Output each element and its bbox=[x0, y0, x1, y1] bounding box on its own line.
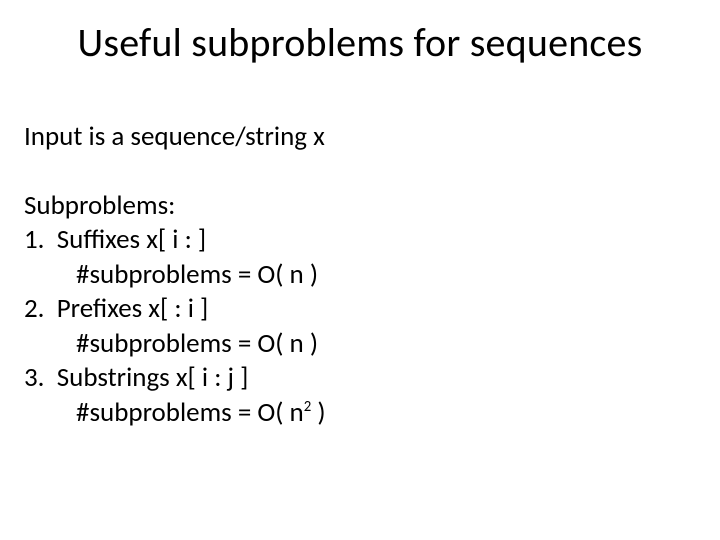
item-definition: 1. Suffixes x[ i : ] bbox=[24, 223, 680, 258]
intro-text: Input is a sequence/string x bbox=[24, 120, 680, 155]
item-count: #subproblems = O( n ) bbox=[24, 327, 680, 362]
item-definition: 2. Prefixes x[ : i ] bbox=[24, 292, 680, 327]
slide-title: Useful subproblems for sequences bbox=[0, 18, 720, 67]
list-item: 1. Suffixes x[ i : ] #subproblems = O( n… bbox=[24, 223, 680, 292]
list-item: 3. Substrings x[ i : j ] #subproblems = … bbox=[24, 361, 680, 430]
subproblems-heading: Subproblems: bbox=[24, 189, 680, 224]
item-count: #subproblems = O( n ) bbox=[24, 258, 680, 293]
slide-body: Input is a sequence/string x Subproblems… bbox=[24, 120, 680, 430]
item-count: #subproblems = O( n2 ) bbox=[24, 396, 680, 431]
list-item: 2. Prefixes x[ : i ] #subproblems = O( n… bbox=[24, 292, 680, 361]
slide: Useful subproblems for sequences Input i… bbox=[0, 0, 720, 540]
item-definition: 3. Substrings x[ i : j ] bbox=[24, 361, 680, 396]
